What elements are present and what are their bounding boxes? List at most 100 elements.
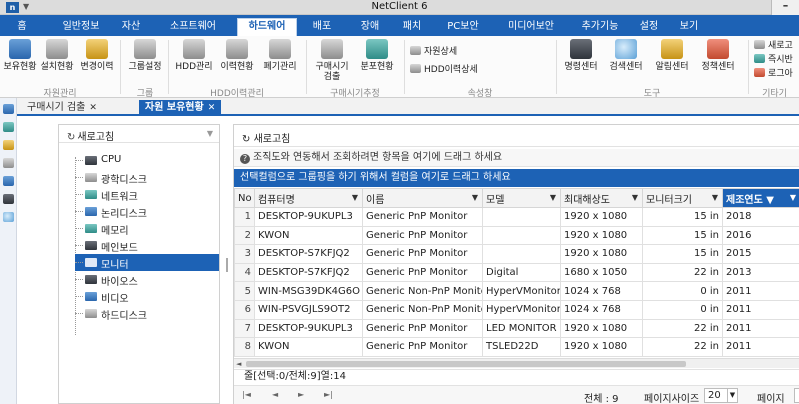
splitter-grip[interactable]	[226, 258, 228, 272]
minimize-button[interactable]: –	[771, 0, 799, 15]
menu-tab-fault[interactable]: 장애	[355, 19, 385, 36]
tree-item-monitor[interactable]: 모니터	[75, 254, 219, 271]
nav-monitor-icon[interactable]	[3, 104, 14, 114]
org-group-drop-zone[interactable]: ? 조직도와 연동해서 조회하려면 항목을 여기에 드래그 하세요	[234, 149, 799, 167]
memory-icon	[85, 224, 97, 233]
column-header-size[interactable]: 모니터크기 ▼	[642, 188, 723, 208]
tree-item-cpu[interactable]: CPU	[75, 152, 219, 169]
menu-tab-home[interactable]: 홈	[8, 19, 36, 36]
last-page-icon[interactable]: ►|	[324, 390, 333, 399]
menu-tab-patch[interactable]: 패치	[395, 19, 429, 36]
chevron-down-icon[interactable]: ▼	[727, 389, 737, 402]
first-page-icon[interactable]: |◄	[242, 390, 251, 399]
table-row[interactable]: 6 WIN-PSVGJLS9OT2 Generic Non-PnP Monitor H…	[234, 299, 799, 320]
hdd-history-detail-button[interactable]: HDD이력상세	[410, 64, 478, 76]
table-header-row: No 컴퓨터명 ▼ 이름 ▼ 모델 ▼ 최대해상도 ▼ 모니터크기 ▼ 제조연도 ▼ ▼	[234, 188, 799, 208]
distribution-button[interactable]: 분포현황	[354, 39, 400, 72]
table-row[interactable]: 1 DESKTOP-9UKUPL3 Generic PnP Monitor 1920 …	[234, 207, 799, 227]
tree-item-network[interactable]: 네트워크	[75, 186, 219, 203]
holdings-icon	[9, 39, 31, 59]
tree-item-optical[interactable]: 광학디스크	[75, 169, 219, 186]
grid-refresh-button[interactable]: ↻ 새로고침	[242, 130, 290, 145]
tab-resource-holdings[interactable]: 자원 보유현황 ✕	[139, 100, 222, 116]
menu-tab-settings[interactable]: 설정	[634, 19, 664, 36]
tree-item-mainboard[interactable]: 메인보드	[75, 237, 219, 254]
history-status-button[interactable]: 이력현황	[216, 39, 258, 72]
menu-tab-software[interactable]: 소프트웨어	[158, 19, 228, 36]
install-status-button[interactable]: 설치현황	[38, 39, 76, 72]
alert-center-button[interactable]: 알림센터	[650, 39, 694, 72]
table-row[interactable]: 5 WIN-MSG39DK4G6O Generic Non-PnP Monitor H…	[234, 281, 799, 301]
tab-purchase-detect[interactable]: 구매시기 검출 ✕	[21, 100, 103, 116]
nav-network-icon[interactable]	[3, 122, 14, 132]
table-row[interactable]: 4 DESKTOP-S7KFJQ2 Generic PnP Monitor Digit…	[234, 262, 799, 283]
nav-device-icon[interactable]	[3, 194, 14, 204]
menu-tab-deploy[interactable]: 배포	[304, 19, 340, 36]
scroll-left-icon[interactable]: ◄	[236, 359, 241, 369]
help-icon: ?	[240, 154, 250, 164]
change-history-button[interactable]: 변경이력	[76, 39, 118, 72]
column-header-model[interactable]: 모델 ▼	[482, 188, 561, 208]
filter-icon[interactable]: ▼	[550, 193, 556, 202]
table-row[interactable]: 2 KWON Generic PnP Monitor 1920 x 1080 15 in…	[234, 225, 799, 246]
panel-splitter[interactable]	[223, 124, 231, 404]
menu-tab-addons[interactable]: 추가기능	[574, 19, 626, 36]
nav-folder-icon[interactable]	[3, 140, 14, 150]
menu-tab-pc-security[interactable]: PC보안	[438, 19, 488, 36]
resource-detail-icon	[410, 46, 421, 55]
group-settings-button[interactable]: 그룹설정	[124, 39, 166, 72]
table-row[interactable]: 7 DESKTOP-9UKUPL3 Generic PnP Monitor LED M…	[234, 318, 799, 339]
page-size-select[interactable]: 20 ▼	[704, 388, 738, 403]
disposal-management-button[interactable]: 폐기관리	[258, 39, 302, 72]
refresh-icon: ↻	[242, 134, 254, 145]
column-group-drop-zone[interactable]: 선택컬럼으로 그룹핑을 하기 위해서 컬럼을 여기로 드래그 하세요	[234, 169, 799, 187]
column-header-resolution[interactable]: 최대해상도 ▼	[560, 188, 643, 208]
filter-icon[interactable]: ▼	[472, 193, 478, 202]
nav-pc-icon[interactable]	[3, 158, 14, 168]
scroll-thumb[interactable]	[246, 361, 686, 367]
filter-icon[interactable]: ▼	[790, 193, 796, 202]
refresh-small-button[interactable]: 새로고	[754, 40, 793, 52]
nav-globe-icon[interactable]	[3, 212, 14, 222]
horizontal-scrollbar[interactable]: ◄	[234, 358, 799, 368]
menu-tab-view[interactable]: 보기	[674, 19, 704, 36]
close-icon[interactable]: ✕	[208, 103, 216, 113]
filter-icon[interactable]: ▼	[712, 193, 718, 202]
command-center-button[interactable]: 명령센터	[560, 39, 602, 72]
filter-icon[interactable]: ▼	[632, 193, 638, 202]
logout-button[interactable]: 로그아	[754, 68, 793, 80]
column-header-name[interactable]: 이름 ▼	[362, 188, 483, 208]
page-input[interactable]	[794, 388, 799, 403]
filter-icon[interactable]: ▼	[352, 193, 358, 202]
column-header-year[interactable]: 제조연도 ▼ ▼	[722, 188, 799, 208]
tree-item-bios[interactable]: 바이오스	[75, 271, 219, 288]
menu-tab-hardware[interactable]: 하드웨어	[237, 18, 297, 36]
column-header-no[interactable]: No	[234, 188, 255, 208]
hdd-management-button[interactable]: HDD관리	[172, 39, 216, 72]
search-center-button[interactable]: 검색센터	[604, 39, 648, 72]
hdd-icon	[183, 39, 205, 59]
tree-refresh-button[interactable]: ↻ 새로고침	[67, 128, 114, 143]
tree-item-video[interactable]: 비디오	[75, 288, 219, 305]
close-icon[interactable]: ✕	[89, 103, 97, 113]
tree-item-memory[interactable]: 메모리	[75, 220, 219, 237]
chevron-down-icon[interactable]: ▼	[207, 129, 213, 138]
menu-tab-assets[interactable]: 자산	[112, 19, 150, 36]
tree-item-logical-disk[interactable]: 논리디스크	[75, 203, 219, 220]
menu-tab-media-security[interactable]: 미디어보안	[498, 19, 564, 36]
resource-detail-button[interactable]: 자원상세	[410, 46, 457, 58]
tree-item-hard-disk[interactable]: 하드디스크	[75, 305, 219, 322]
instant-apply-button[interactable]: 즉시반	[754, 54, 793, 66]
logout-icon	[754, 68, 765, 77]
holdings-button[interactable]: 보유현황	[2, 39, 38, 72]
nav-users-icon[interactable]	[3, 176, 14, 186]
column-header-computer[interactable]: 컴퓨터명 ▼	[254, 188, 363, 208]
table-row[interactable]: 8 KWON Generic PnP Monitor TSLED22D 1920 x 1…	[234, 337, 799, 357]
sort-desc-icon: ▼	[766, 194, 774, 206]
prev-page-icon[interactable]: ◄	[272, 390, 278, 399]
next-page-icon[interactable]: ►	[298, 390, 304, 399]
table-row[interactable]: 3 DESKTOP-S7KFJQ2 Generic PnP Monitor 1920 …	[234, 244, 799, 264]
menu-tab-general[interactable]: 일반정보	[55, 19, 107, 36]
purchase-detect-button[interactable]: 구매시기 검출	[310, 39, 354, 82]
policy-center-button[interactable]: 정책센터	[696, 39, 740, 72]
